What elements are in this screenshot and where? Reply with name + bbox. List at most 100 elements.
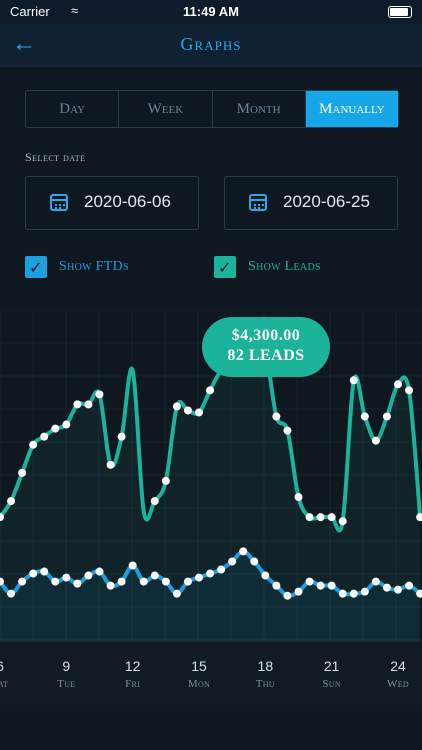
leads-point[interactable]: [349, 376, 358, 385]
date-to-field[interactable]: 2020-06-25: [224, 176, 398, 230]
ftds-point[interactable]: [327, 581, 336, 590]
date-to-value: 2020-06-25: [283, 192, 370, 211]
x-tick-weekday: Fri: [125, 678, 141, 690]
ftds-point[interactable]: [139, 577, 148, 586]
ftds-point[interactable]: [239, 547, 248, 556]
ftds-point[interactable]: [261, 571, 270, 580]
show-leads-label: Show Leads: [248, 259, 321, 274]
leads-point[interactable]: [294, 493, 303, 502]
x-tick-weekday: Mon: [187, 678, 211, 690]
ftds-point[interactable]: [305, 577, 314, 586]
ftds-point[interactable]: [195, 573, 203, 582]
ftds-point[interactable]: [283, 591, 292, 600]
ftds-point[interactable]: [206, 569, 215, 578]
x-tick-weekday: Wed: [387, 678, 409, 690]
ftds-point[interactable]: [272, 581, 281, 590]
tab-week[interactable]: Week: [119, 91, 213, 127]
leads-point[interactable]: [305, 513, 314, 522]
leads-point[interactable]: [195, 408, 203, 417]
ftds-point[interactable]: [250, 557, 259, 566]
status-bar: Carrier ≈ 11:49 AM: [0, 0, 422, 24]
ftds-point[interactable]: [84, 571, 93, 580]
bottom-area: [0, 705, 422, 750]
ftds-point[interactable]: [7, 589, 16, 598]
x-tick-weekday: Tue: [57, 678, 76, 690]
ftds-point[interactable]: [29, 569, 38, 578]
leads-point[interactable]: [394, 380, 402, 389]
chart-tooltip: $4,300.00 82 LEADS: [202, 317, 330, 377]
show-leads-checkbox[interactable]: ✓ Show Leads: [214, 256, 321, 278]
ftds-point[interactable]: [349, 589, 358, 598]
leads-point[interactable]: [172, 402, 181, 411]
leads-point[interactable]: [62, 420, 71, 429]
leads-point[interactable]: [95, 390, 104, 399]
tab-month[interactable]: Month: [213, 91, 306, 127]
leads-point[interactable]: [405, 386, 414, 395]
ftds-point[interactable]: [217, 565, 226, 574]
ftds-point[interactable]: [316, 581, 325, 590]
tab-day[interactable]: Day: [26, 91, 120, 127]
ftds-point[interactable]: [183, 577, 192, 586]
leads-point[interactable]: [382, 412, 391, 421]
x-tick-day-number: 24: [390, 658, 406, 674]
show-ftds-label: Show FTDs: [59, 259, 129, 274]
tooltip-amount: $4,300.00: [231, 327, 301, 344]
leads-point[interactable]: [316, 513, 325, 522]
leads-point[interactable]: [338, 517, 347, 526]
ftds-point[interactable]: [40, 567, 49, 576]
leads-point[interactable]: [18, 468, 27, 477]
ftds-point[interactable]: [117, 577, 126, 586]
ftds-point[interactable]: [228, 557, 237, 566]
leads-point[interactable]: [29, 440, 38, 449]
leads-point[interactable]: [206, 386, 215, 395]
leads-point[interactable]: [272, 412, 281, 421]
x-axis: 6 Sat 9 Tue 12 Fri 15 Mon 18 Thu 21 Sun 24 Wed: [0, 642, 422, 705]
checkmark-icon: ✓: [214, 256, 236, 278]
select-date-label: Select date: [25, 150, 86, 164]
ftds-point[interactable]: [294, 587, 303, 596]
tooltip-leads: 82 LEADS: [227, 347, 305, 364]
show-ftds-checkbox[interactable]: ✓ Show FTDs: [25, 256, 129, 278]
leads-point[interactable]: [106, 460, 115, 469]
ftds-point[interactable]: [128, 561, 137, 570]
ftds-point[interactable]: [394, 585, 402, 594]
date-from-value: 2020-06-06: [84, 192, 171, 211]
ftds-point[interactable]: [150, 571, 159, 580]
date-from-field[interactable]: 2020-06-06: [25, 176, 199, 230]
leads-point[interactable]: [7, 497, 16, 506]
ftds-point[interactable]: [161, 577, 170, 586]
nav-bar: ← Graphs: [0, 24, 422, 67]
ftds-point[interactable]: [73, 579, 82, 588]
x-tick-day-number: 21: [323, 658, 340, 674]
leads-point[interactable]: [183, 406, 192, 415]
ftds-point[interactable]: [18, 577, 27, 586]
leads-point[interactable]: [40, 432, 49, 441]
leads-point[interactable]: [360, 412, 369, 421]
leads-point[interactable]: [371, 436, 380, 445]
ftds-point[interactable]: [51, 577, 60, 586]
leads-point[interactable]: [73, 400, 82, 409]
ftds-point[interactable]: [360, 587, 369, 596]
calendar-icon: [50, 194, 68, 211]
leads-point[interactable]: [84, 400, 93, 409]
leads-point[interactable]: [51, 424, 60, 433]
leads-point[interactable]: [117, 432, 126, 441]
ftds-point[interactable]: [172, 589, 181, 598]
x-tick-day-number: 12: [124, 658, 141, 674]
leads-point[interactable]: [283, 426, 292, 435]
leads-point[interactable]: [327, 513, 336, 522]
ftds-point[interactable]: [95, 567, 104, 576]
leads-point[interactable]: [150, 497, 159, 506]
x-tick-day-number: 15: [191, 658, 207, 674]
x-tick-weekday: Thu: [255, 678, 275, 690]
ftds-point[interactable]: [382, 583, 391, 592]
ftds-point[interactable]: [405, 581, 414, 590]
leads-point[interactable]: [161, 476, 170, 485]
ftds-point[interactable]: [371, 577, 380, 586]
ftds-point[interactable]: [106, 581, 115, 590]
x-tick-day-number: 6: [0, 658, 20, 674]
ftds-point[interactable]: [338, 589, 347, 598]
tab-manually[interactable]: Manually: [305, 91, 398, 127]
ftds-point[interactable]: [62, 573, 71, 582]
x-tick-day-number: 9: [62, 658, 71, 674]
